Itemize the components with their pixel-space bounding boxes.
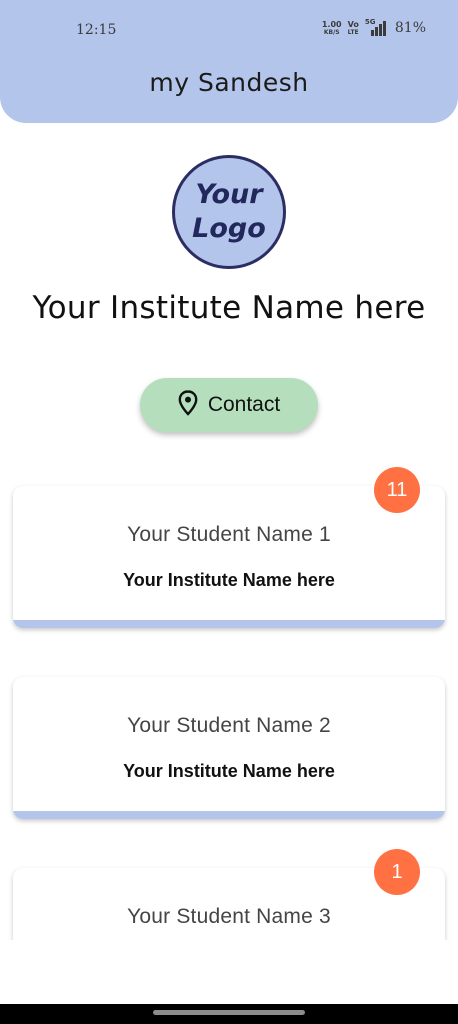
unread-count-badge: 11: [374, 467, 420, 513]
unread-count-badge: 1: [374, 849, 420, 895]
student-institute: Your Institute Name here: [123, 570, 335, 590]
card-accent-bar: [13, 811, 445, 819]
student-list: Your Student Name 1 Your Institute Name …: [0, 0, 458, 940]
card-accent-bar: [13, 620, 445, 628]
student-name: Your Student Name 3: [127, 905, 331, 928]
student-card[interactable]: Your Student Name 1 Your Institute Name …: [13, 486, 445, 628]
student-institute: Your Institute Name here: [123, 761, 335, 781]
student-name: Your Student Name 2: [127, 714, 331, 737]
student-name: Your Student Name 1: [127, 523, 331, 546]
student-card[interactable]: Your Student Name 2 Your Institute Name …: [13, 677, 445, 819]
home-gesture-handle[interactable]: [153, 1010, 305, 1015]
